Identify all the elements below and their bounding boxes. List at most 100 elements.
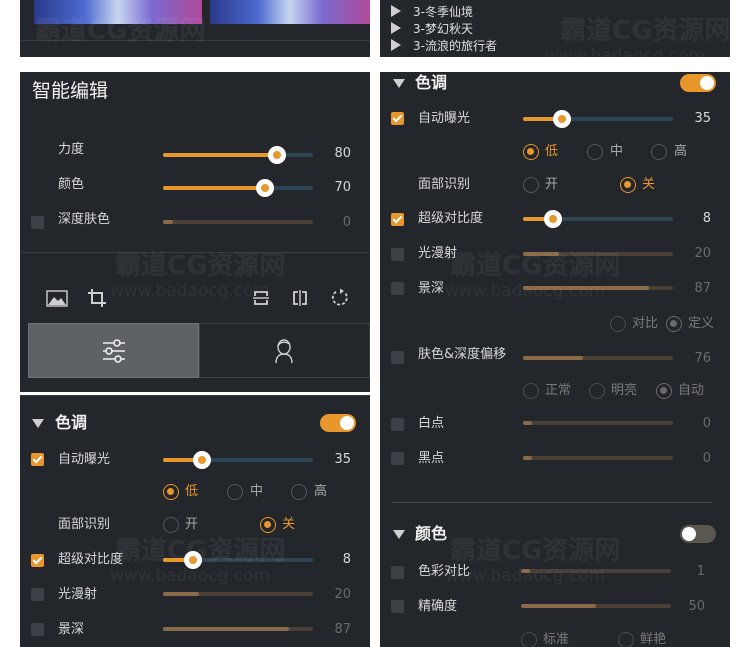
white-point-slider[interactable] [523, 421, 673, 425]
face-off-radio[interactable] [620, 177, 636, 193]
radio-label: 定义 [688, 316, 715, 331]
super-contrast-checkbox[interactable] [391, 213, 404, 226]
exposure-high-radio[interactable] [291, 484, 307, 500]
rotate-icon[interactable] [331, 288, 350, 311]
diffusion-checkbox[interactable] [391, 248, 404, 261]
tab-adjust[interactable] [28, 323, 199, 378]
diffusion-slider[interactable] [163, 592, 313, 596]
white-point-checkbox[interactable] [391, 418, 404, 431]
radio-label: 对比 [632, 316, 659, 331]
exposure-high-radio[interactable] [651, 144, 667, 160]
slider-value: 0 [702, 451, 711, 466]
slider-value: 87 [334, 622, 351, 637]
divider [20, 395, 370, 396]
depth-slider[interactable] [163, 627, 313, 631]
watermark-url: www.badaocg.com [445, 566, 606, 586]
slider-knob[interactable] [256, 179, 274, 197]
precision-checkbox[interactable] [391, 600, 404, 613]
super-contrast-slider[interactable] [523, 210, 673, 228]
radio-label: 开 [545, 177, 559, 192]
crop-icon[interactable] [87, 288, 107, 312]
super-contrast-checkbox[interactable] [31, 554, 44, 567]
radio-label: 高 [674, 144, 688, 159]
black-point-slider[interactable] [523, 456, 673, 460]
adjust-sliders-icon [103, 339, 125, 363]
watermark-url: www.badaocg.com [110, 281, 271, 301]
depth-label: 景深 [58, 622, 85, 637]
slider-value: 87 [694, 281, 711, 296]
exposure-mid-radio[interactable] [227, 484, 243, 500]
radio-label: 自动 [678, 383, 705, 398]
collapse-caret-icon[interactable] [32, 419, 44, 428]
tone-toggle[interactable] [320, 414, 356, 432]
skin-depth-slider[interactable] [163, 220, 313, 224]
radio-label: 关 [642, 177, 656, 192]
slider-value: 35 [694, 111, 711, 126]
color-vivid-radio[interactable] [618, 632, 634, 647]
diffusion-checkbox[interactable] [31, 588, 44, 601]
slider-value: 0 [702, 416, 711, 431]
depth-define-radio[interactable] [666, 316, 682, 332]
black-point-checkbox[interactable] [391, 452, 404, 465]
auto-exposure-checkbox[interactable] [391, 112, 404, 125]
auto-exposure-slider[interactable] [163, 451, 313, 469]
slider-knob[interactable] [553, 110, 571, 128]
skin-depth-slider[interactable] [523, 356, 673, 360]
radio-label: 低 [545, 144, 559, 159]
depth-checkbox[interactable] [31, 623, 44, 636]
flip-horizontal-icon[interactable] [291, 289, 309, 311]
super-contrast-label: 超级对比度 [418, 211, 484, 226]
watermark-text: 霸道CG资源网 [450, 536, 621, 566]
skin-auto-radio[interactable] [656, 383, 672, 399]
radio-label: 标准 [543, 632, 570, 647]
slider-value: 1 [696, 564, 705, 579]
preset-thumbnail-2[interactable] [210, 0, 370, 24]
slider-knob[interactable] [268, 146, 286, 164]
auto-exposure-label: 自动曝光 [58, 452, 111, 467]
exposure-low-radio[interactable] [523, 144, 539, 160]
face-on-radio[interactable] [523, 177, 539, 193]
depth-checkbox[interactable] [391, 282, 404, 295]
skin-normal-radio[interactable] [523, 383, 539, 399]
portrait-icon [275, 339, 293, 364]
slider-label: 颜色 [58, 177, 85, 192]
color-slider[interactable] [163, 179, 313, 197]
watermark-text: 霸道CG资源网 [115, 251, 286, 281]
slider-value: 50 [688, 599, 705, 614]
color-toggle[interactable] [680, 525, 716, 543]
radio-label: 中 [610, 144, 624, 159]
color-contrast-checkbox[interactable] [391, 566, 404, 579]
tab-portrait[interactable] [199, 323, 370, 378]
tone-toggle[interactable] [680, 74, 716, 92]
watermark-text: 霸道CG资源网 [35, 16, 206, 46]
depth-contrast-radio[interactable] [610, 316, 626, 332]
auto-exposure-checkbox[interactable] [31, 453, 44, 466]
slider-value: 20 [334, 587, 351, 602]
skin-bright-radio[interactable] [589, 383, 605, 399]
face-detect-label: 面部识别 [58, 517, 111, 532]
divider [392, 502, 712, 503]
tone-panel-left: 色调 自动曝光 35 低 中 高 面部识别 开 关 超级对比度 8 光漫射 20… [20, 395, 370, 647]
slider-value: 35 [334, 452, 351, 467]
expand-triangle-icon [391, 22, 401, 34]
expand-triangle-icon [391, 5, 401, 17]
precision-slider[interactable] [521, 604, 671, 608]
diffusion-label: 光漫射 [58, 587, 98, 602]
collapse-caret-icon[interactable] [393, 79, 405, 88]
exposure-mid-radio[interactable] [587, 144, 603, 160]
color-standard-radio[interactable] [521, 632, 537, 647]
slider-knob[interactable] [544, 210, 562, 228]
radio-label: 高 [314, 484, 328, 499]
image-icon[interactable] [46, 290, 68, 311]
auto-exposure-slider[interactable] [523, 110, 673, 128]
collapse-caret-icon[interactable] [393, 530, 405, 539]
radio-label: 中 [250, 484, 264, 499]
skin-depth-checkbox[interactable] [31, 216, 44, 229]
slider-knob[interactable] [193, 451, 211, 469]
radio-label: 明亮 [611, 383, 638, 398]
slider-value: 80 [334, 146, 351, 161]
exposure-low-radio[interactable] [163, 484, 179, 500]
strength-slider[interactable] [163, 146, 313, 164]
skin-depth-checkbox[interactable] [391, 351, 404, 364]
slider-label: 力度 [58, 142, 85, 157]
